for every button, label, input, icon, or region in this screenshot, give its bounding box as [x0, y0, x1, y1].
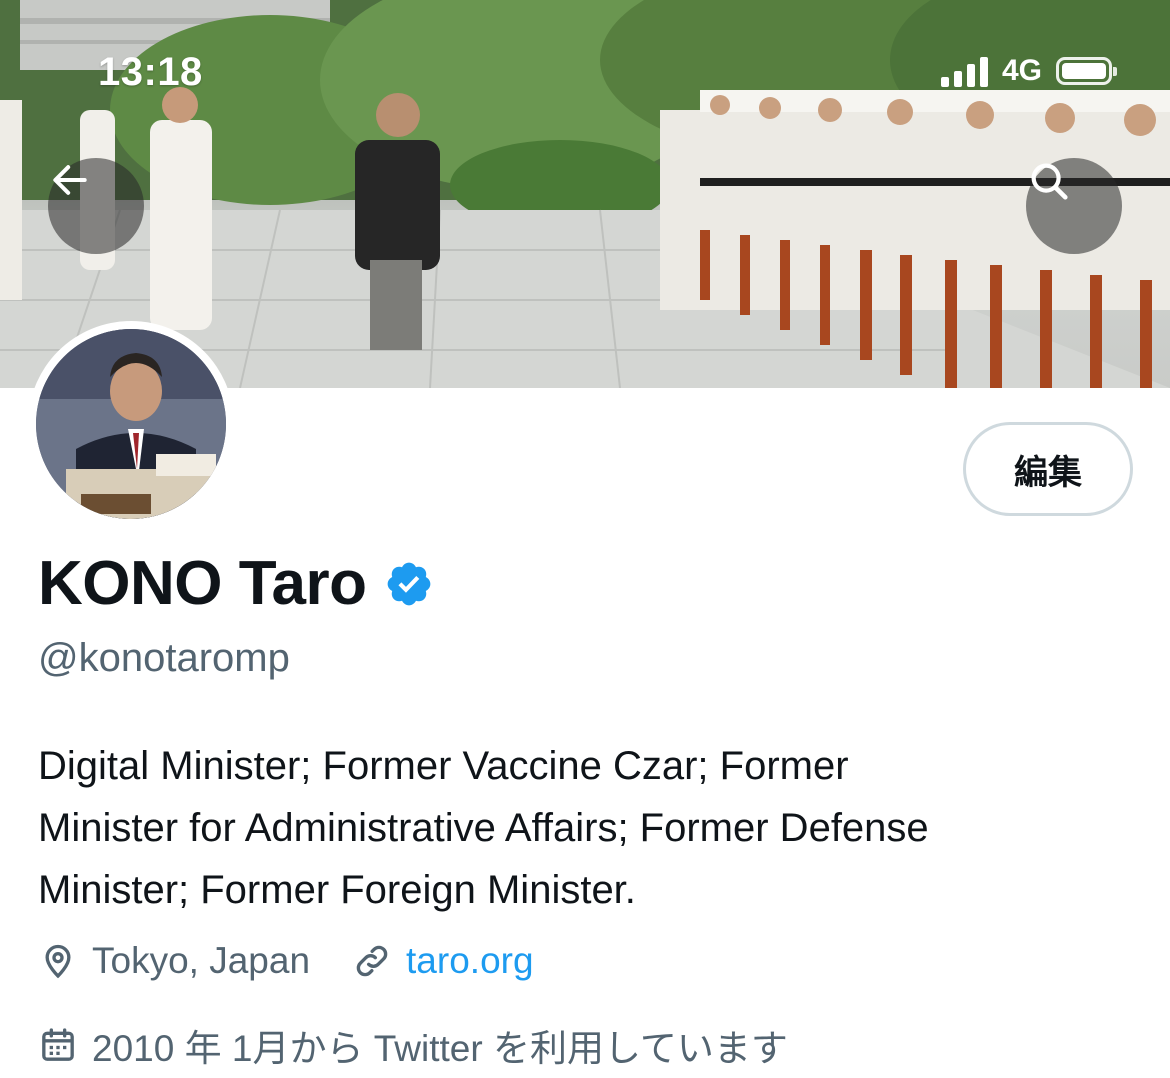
bio-line: Digital Minister; Former Vaccine Czar; F… — [38, 744, 849, 788]
profile-banner[interactable]: 13:18 4G — [0, 0, 1170, 388]
display-name: KONO Taro — [38, 549, 367, 618]
profile-bio: Digital Minister; Former Vaccine Czar; F… — [38, 735, 1128, 921]
arrow-left-icon — [53, 165, 87, 195]
battery-icon — [1056, 57, 1117, 85]
status-time: 13:18 — [98, 50, 203, 94]
status-indicators: 4G — [940, 54, 1117, 88]
link-icon — [356, 945, 388, 977]
avatar[interactable] — [28, 321, 234, 527]
search-button[interactable] — [1026, 158, 1122, 254]
calendar-icon — [42, 1028, 74, 1061]
profile-name-row: KONO Taro — [38, 548, 434, 619]
profile-join-date: 2010 年 1月から Twitter を利用しています — [38, 1018, 788, 1072]
user-handle: @konotaromp — [38, 636, 290, 680]
bio-line: Minister; Former Foreign Minister. — [38, 868, 636, 912]
edit-profile-button[interactable]: 編集 — [963, 422, 1133, 516]
profile-website[interactable]: taro.org — [352, 940, 534, 982]
verified-badge-icon — [388, 562, 431, 605]
website-link[interactable]: taro.org — [406, 940, 534, 982]
back-button[interactable] — [48, 158, 144, 254]
location-pin-icon — [45, 944, 71, 979]
profile-meta: Tokyo, Japan taro.org — [38, 940, 576, 982]
avatar-photo — [36, 329, 226, 519]
profile-location: Tokyo, Japan — [38, 940, 310, 982]
join-date-text: 2010 年 1月から Twitter を利用しています — [92, 1028, 788, 1069]
network-type: 4G — [1001, 54, 1042, 87]
bio-line: Minister for Administrative Affairs; For… — [38, 806, 929, 850]
search-icon — [1031, 163, 1068, 200]
cellular-signal-icon — [940, 55, 988, 87]
location-text: Tokyo, Japan — [92, 940, 311, 981]
